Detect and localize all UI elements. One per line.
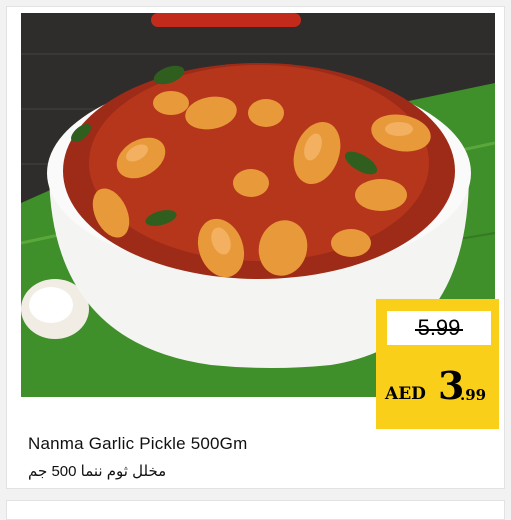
- currency-label: AED: [385, 384, 426, 404]
- price-tag: 5.99 AED 3 .99: [376, 299, 499, 429]
- price-decimal: .99: [460, 386, 487, 404]
- next-product-card[interactable]: [6, 500, 505, 520]
- product-title-arabic: مخلل ثوم ننما 500 جم: [28, 463, 167, 480]
- old-price-box: 5.99: [387, 311, 491, 345]
- old-price: 5.99: [414, 315, 464, 340]
- product-card[interactable]: 5.99 AED 3 .99 Nanma Garlic Pickle 500Gm…: [6, 6, 505, 489]
- product-title[interactable]: Nanma Garlic Pickle 500Gm: [28, 434, 247, 454]
